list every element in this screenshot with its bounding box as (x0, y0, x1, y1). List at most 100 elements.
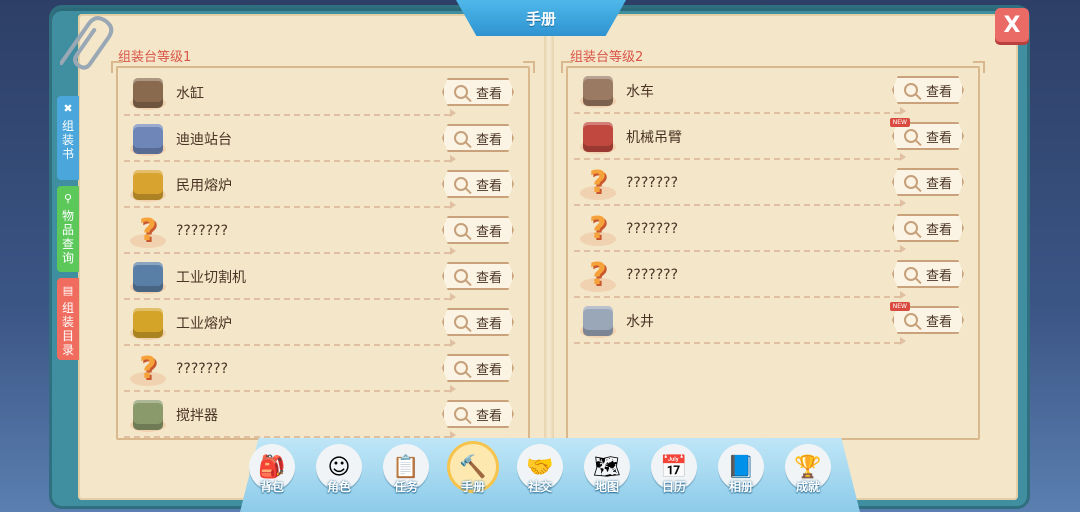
view-button[interactable]: 查看 (442, 400, 514, 428)
magnifier-icon (454, 315, 468, 329)
view-label: 查看 (925, 130, 952, 146)
question-mark-icon: ? (578, 256, 618, 294)
right-section-title: 组装台等级2 (570, 50, 644, 65)
list-item: ???????? 查看 (568, 160, 980, 207)
view-label: 查看 (475, 86, 502, 102)
view-button[interactable]: 查看 (442, 78, 514, 106)
nav-item-character[interactable]: ☺ 角色 (313, 444, 365, 500)
view-label: 查看 (925, 176, 952, 192)
magnifier-icon (454, 361, 468, 375)
nav-label: 任务 (393, 480, 418, 494)
list-item: 机械吊臂 NEW 查看 (568, 114, 980, 161)
well-icon (578, 302, 618, 340)
question-mark-icon: ? (128, 212, 168, 250)
industrial-furnace-icon (128, 304, 168, 342)
view-label: 查看 (925, 84, 952, 100)
station-icon (128, 120, 168, 158)
view-button[interactable]: 查看 (442, 308, 514, 336)
list-item: 工业切割机 查看 (118, 254, 530, 301)
nav-item-quest[interactable]: 📋 任务 (380, 444, 432, 500)
view-button[interactable]: 查看 (892, 168, 964, 196)
magnifier-icon (904, 313, 918, 327)
item-name: 水井 (626, 314, 654, 330)
close-button[interactable]: X (995, 8, 1029, 42)
magnifier-icon (454, 407, 468, 421)
item-name: 机械吊臂 (626, 130, 682, 146)
item-name: ??????? (176, 361, 229, 377)
nav-item-handshake[interactable]: 🤝 社交 (514, 444, 566, 500)
list-item: 迪迪站台 查看 (118, 116, 530, 163)
row-divider (574, 337, 906, 345)
nav-label: 成就 (795, 480, 820, 494)
item-name: 搅拌器 (176, 408, 218, 424)
list-item: 水车 查看 (568, 68, 980, 115)
row-divider (124, 431, 456, 439)
nav-item-hammer[interactable]: 🔨 手册 (447, 444, 499, 500)
book-spine (544, 18, 554, 438)
view-label: 查看 (475, 316, 502, 332)
page-title: 手册 (456, 0, 626, 36)
tab-label: 物品查询 (61, 209, 74, 265)
mixer-icon (128, 396, 168, 434)
view-button[interactable]: 查看 (442, 216, 514, 244)
nav-label: 手册 (460, 480, 485, 494)
crane-arm-icon (578, 118, 618, 156)
water-wheel-icon (578, 72, 618, 110)
water-tank-icon (128, 74, 168, 112)
magnifier-icon (904, 175, 918, 189)
question-mark-icon: ? (578, 164, 618, 202)
view-label: 查看 (925, 268, 952, 284)
tab-label: 组装目录 (61, 301, 74, 357)
magnifier-icon (904, 221, 918, 235)
item-name: 工业熔炉 (176, 316, 232, 332)
book-icon: ▤ (62, 284, 74, 297)
item-name: 工业切割机 (176, 270, 246, 286)
view-button[interactable]: 查看 (892, 260, 964, 288)
magnifier-icon (454, 85, 468, 99)
tab-item-search[interactable]: ⚲ 物品查询 (57, 186, 79, 272)
magnifier-icon (904, 267, 918, 281)
item-name: ??????? (626, 221, 679, 237)
view-button[interactable]: 查看 (442, 170, 514, 198)
nav-item-backpack[interactable]: 🎒 背包 (246, 444, 298, 500)
furnace-icon (128, 166, 168, 204)
view-button[interactable]: 查看 (892, 76, 964, 104)
magnifier-icon (904, 129, 918, 143)
nav-label: 相册 (728, 480, 753, 494)
item-name: ??????? (626, 267, 679, 283)
nav-label: 社交 (527, 480, 552, 494)
magnifier-icon: ⚲ (63, 192, 73, 205)
view-button[interactable]: 查看 (442, 262, 514, 290)
nav-item-trophy[interactable]: 🏆 成就 (782, 444, 834, 500)
view-label: 查看 (925, 222, 952, 238)
nav-item-map[interactable]: 🗺 地图 (581, 444, 633, 500)
magnifier-icon (904, 83, 918, 97)
item-name: 民用熔炉 (176, 178, 232, 194)
list-item: ???????? 查看 (568, 206, 980, 253)
list-item: ???????? 查看 (118, 346, 530, 393)
list-item: 搅拌器 查看 (118, 392, 530, 439)
question-mark-icon: ? (128, 350, 168, 388)
list-item: 水缸 查看 (118, 70, 530, 117)
view-label: 查看 (475, 362, 502, 378)
nav-item-calendar[interactable]: 📅 日历 (648, 444, 700, 500)
question-mark-icon: ? (578, 210, 618, 248)
magnifier-icon (454, 269, 468, 283)
tab-assembly-catalog[interactable]: ▤ 组装目录 (57, 278, 79, 360)
view-button[interactable]: 查看 (892, 214, 964, 242)
cutter-icon (128, 258, 168, 296)
nav-item-album[interactable]: 📘 相册 (715, 444, 767, 500)
view-button[interactable]: 查看 (442, 354, 514, 382)
view-button[interactable]: 查看 (442, 124, 514, 152)
view-label: 查看 (475, 270, 502, 286)
tab-assembly-book[interactable]: ✖ 组装书 (57, 96, 79, 180)
view-label: 查看 (475, 178, 502, 194)
list-item: 民用熔炉 查看 (118, 162, 530, 209)
view-label: 查看 (475, 224, 502, 240)
list-item: 工业熔炉 查看 (118, 300, 530, 347)
list-item: 水井 NEW 查看 (568, 298, 980, 345)
view-label: 查看 (925, 314, 952, 330)
view-label: 查看 (475, 408, 502, 424)
item-name: 水车 (626, 84, 654, 100)
nav-label: 背包 (259, 480, 284, 494)
